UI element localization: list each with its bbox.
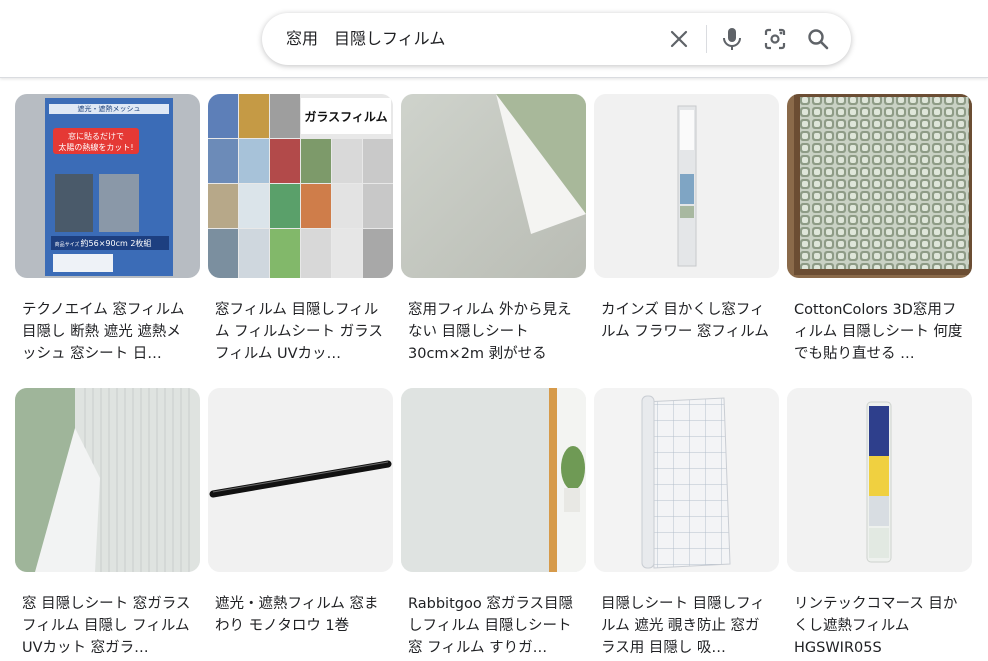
thumb-text: 遮光・遮熱メッシュ [78, 104, 141, 113]
result-thumbnail[interactable] [15, 388, 200, 572]
result-caption[interactable]: リンテックコマース 目かくし遮熱フィルム HGSWIR05S [794, 593, 966, 659]
clear-icon[interactable] [663, 23, 695, 55]
result-caption[interactable]: 遮光・遮熱フィルム 窓まわり モノタロウ 1巻 [215, 593, 387, 659]
search-divider [706, 25, 707, 53]
top-bar: 窓用 目隠しフィルム [0, 0, 988, 78]
search-box[interactable]: 窓用 目隠しフィルム [262, 13, 851, 65]
result-caption[interactable]: 窓用フィルム 外から見えない 目隠しシート 30cm×2m 剥がせる 艶… [408, 299, 580, 365]
result-thumbnail[interactable] [401, 388, 586, 572]
result-thumbnail[interactable] [594, 388, 779, 572]
thumb-text: ガラスフィルム [304, 109, 387, 124]
result-thumbnail[interactable] [787, 94, 972, 278]
result-thumbnail[interactable] [401, 94, 586, 278]
result-caption[interactable]: 窓フィルム 目隠しフィルム フィルムシート ガラスフィルム UVカッ… [215, 299, 387, 365]
result-thumbnail[interactable] [208, 388, 393, 572]
search-icon[interactable] [802, 23, 834, 55]
result-thumbnail[interactable]: ガラスフィルム [208, 94, 393, 278]
result-caption[interactable]: テクノエイム 窓フィルム 目隠し 断熱 遮光 遮熱メッシュ 窓シート 日… [22, 299, 194, 365]
search-input[interactable]: 窓用 目隠しフィルム [286, 13, 445, 65]
result-thumbnail[interactable] [594, 94, 779, 278]
result-caption[interactable]: CottonColors 3D窓用フィルム 目隠しシート 何度でも貼り直せる … [794, 299, 966, 365]
thumb-text: 窓に貼るだけで [68, 131, 124, 141]
microphone-icon[interactable] [716, 23, 748, 55]
result-caption[interactable]: 目隠しシート 目隠しフィルム 遮光 覗き防止 窓ガラス用 目隠し 吸… [601, 593, 773, 659]
result-caption[interactable]: 窓 目隠しシート 窓ガラスフィルム 目隠し フィルム UVカット 窓ガラ… [22, 593, 194, 659]
camera-lens-icon[interactable] [759, 23, 791, 55]
thumb-text: 太陽の熱線をカット! [58, 142, 133, 152]
thumb-text: 約56×90cm 2枚組 [81, 238, 152, 248]
result-thumbnail[interactable]: 遮光・遮熱メッシュ 窓に貼るだけで 太陽の熱線をカット! 約56×90cm 2枚… [15, 94, 200, 278]
result-caption[interactable]: Rabbitgoo 窓ガラス目隠しフィルム 目隠しシート 窓 フィルム すりガ… [408, 593, 580, 659]
result-caption[interactable]: カインズ 目かくし窓フィルム フラワー 窓フィルム [601, 299, 773, 365]
result-thumbnail[interactable] [787, 388, 972, 572]
thumb-text: 商品サイズ [55, 241, 80, 248]
